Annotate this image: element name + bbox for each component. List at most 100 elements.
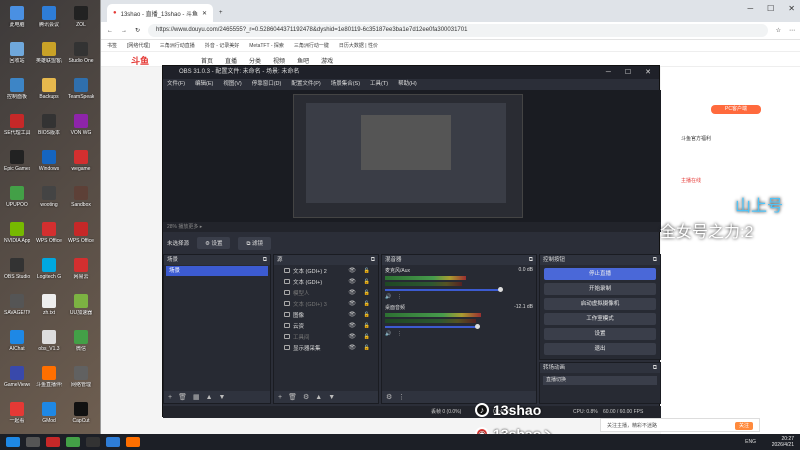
lock-icon[interactable]: 🔓 bbox=[364, 290, 370, 296]
desktop-icon[interactable]: 英雄联盟客户端 bbox=[36, 42, 62, 64]
obs-menu-item[interactable]: 配置文件(P) bbox=[291, 79, 320, 90]
move-up-icon[interactable]: ▲ bbox=[206, 394, 213, 401]
visibility-icon[interactable]: 👁 bbox=[348, 311, 356, 318]
scene-item[interactable]: 场景 bbox=[166, 266, 268, 276]
lock-icon[interactable]: 🔓 bbox=[364, 312, 370, 318]
mixer-menu-icon[interactable]: ⋮ bbox=[398, 393, 405, 401]
undock-icon[interactable]: ⧉ bbox=[263, 255, 267, 265]
desktop-icon[interactable]: CapCut bbox=[68, 402, 94, 424]
obs-maximize-icon[interactable]: ☐ bbox=[625, 66, 631, 79]
source-item[interactable]: 文本 (GDI+) 👁 🔓 bbox=[274, 276, 378, 287]
filters-button[interactable]: ⧉ 滤镜 bbox=[238, 236, 271, 250]
visibility-icon[interactable]: 👁 bbox=[348, 322, 356, 329]
transition-select[interactable]: 直播切换 bbox=[543, 376, 657, 385]
tab-close-icon[interactable]: ✕ bbox=[202, 10, 207, 17]
forward-icon[interactable]: → bbox=[121, 28, 127, 34]
source-item[interactable]: 显示器采集 👁 🔓 bbox=[274, 342, 378, 353]
lock-icon[interactable]: 🔓 bbox=[364, 334, 370, 340]
volume-knob[interactable] bbox=[498, 287, 504, 292]
new-tab-button[interactable]: + bbox=[213, 4, 229, 22]
volume-slider[interactable] bbox=[385, 287, 533, 292]
desktop-icon[interactable]: Backups bbox=[36, 78, 62, 100]
visibility-icon[interactable]: 👁 bbox=[348, 344, 356, 351]
lock-icon[interactable]: 🔓 bbox=[364, 279, 370, 285]
start-icon[interactable] bbox=[6, 437, 20, 447]
desktop-icon[interactable]: NVIDIA App bbox=[4, 222, 30, 244]
search-icon[interactable] bbox=[26, 437, 40, 447]
language-indicator[interactable]: ENG bbox=[745, 439, 756, 445]
bookmark-item[interactable]: 三角洲行动一键 bbox=[294, 42, 329, 49]
channel-settings-icon[interactable]: ⋮ bbox=[397, 294, 402, 300]
obs-preview[interactable] bbox=[163, 90, 661, 222]
maximize-icon[interactable]: ☐ bbox=[767, 4, 774, 13]
add-scene-icon[interactable]: + bbox=[168, 394, 172, 401]
desktop-icon[interactable]: UU加速器 bbox=[68, 294, 94, 316]
desktop-icon[interactable]: 网易云 bbox=[68, 258, 94, 280]
obs-menu-item[interactable]: 场景集合(S) bbox=[331, 79, 360, 90]
follow-button[interactable]: 关注 bbox=[734, 422, 753, 430]
clock[interactable]: 20:27 2026/4/21 bbox=[772, 436, 794, 448]
desktop-icon[interactable]: BIOS版本 bbox=[36, 114, 62, 136]
move-down-icon[interactable]: ▼ bbox=[219, 394, 226, 401]
source-item[interactable]: 图像 👁 🔓 bbox=[274, 309, 378, 320]
move-up-icon[interactable]: ▲ bbox=[315, 394, 322, 401]
lock-icon[interactable]: 🔓 bbox=[364, 268, 370, 274]
desktop-icon[interactable]: GMod bbox=[36, 402, 62, 424]
desktop-icon[interactable]: VON WG bbox=[68, 114, 94, 136]
app-icon[interactable] bbox=[46, 437, 60, 447]
visibility-icon[interactable]: 👁 bbox=[348, 300, 356, 307]
lock-icon[interactable]: 🔓 bbox=[364, 345, 370, 351]
obs-menu-item[interactable]: 停靠窗口(D) bbox=[252, 79, 282, 90]
app-icon[interactable] bbox=[126, 437, 140, 447]
control-button[interactable]: 工作室模式 bbox=[544, 313, 656, 325]
obs-menu-item[interactable]: 编辑(E) bbox=[195, 79, 213, 90]
desktop-icon[interactable]: TeamSpeak bbox=[68, 78, 94, 100]
bookmark-item[interactable]: 书签 bbox=[107, 42, 117, 49]
desktop-icon[interactable]: Windows bbox=[36, 150, 62, 172]
obs-minimize-icon[interactable]: ─ bbox=[606, 66, 611, 79]
visibility-icon[interactable]: 👁 bbox=[348, 267, 356, 274]
visibility-icon[interactable]: 👁 bbox=[348, 289, 356, 296]
desktop-icon[interactable]: 斗鱼直播伴侣 bbox=[36, 366, 62, 388]
source-settings-icon[interactable]: ⚙ bbox=[303, 393, 309, 401]
speaker-icon[interactable]: 🔊 bbox=[385, 331, 391, 337]
desktop-icon[interactable]: Studio One bbox=[68, 42, 94, 64]
volume-slider[interactable] bbox=[385, 324, 533, 329]
control-button[interactable]: 退出 bbox=[544, 343, 656, 355]
undock-icon[interactable]: ⧉ bbox=[653, 363, 657, 373]
undock-icon[interactable]: ⧉ bbox=[529, 255, 533, 265]
site-nav-item[interactable]: 首页 bbox=[201, 56, 213, 65]
undock-icon[interactable]: ⧉ bbox=[371, 255, 375, 265]
add-source-icon[interactable]: + bbox=[278, 394, 282, 401]
control-button[interactable]: 停止直播 bbox=[544, 268, 656, 280]
desktop-icon[interactable]: zh.txt bbox=[36, 294, 62, 316]
desktop-icon[interactable]: OBS Studio bbox=[4, 258, 30, 280]
desktop-icon[interactable]: 网络管理 bbox=[68, 366, 94, 388]
desktop-icon[interactable]: WPS Office bbox=[36, 222, 62, 244]
desktop-icon[interactable]: ZOL bbox=[68, 6, 94, 28]
obs-menu-item[interactable]: 视图(V) bbox=[223, 79, 241, 90]
desktop-icon[interactable]: Logitech G bbox=[36, 258, 62, 280]
obs-menu-item[interactable]: 文件(F) bbox=[167, 79, 185, 90]
source-item[interactable]: 工具间 👁 🔓 bbox=[274, 331, 378, 342]
desktop-icon[interactable]: obs_V1.3 bbox=[36, 330, 62, 352]
channel-settings-icon[interactable]: ⋮ bbox=[397, 331, 402, 337]
site-nav-item[interactable]: 鱼吧 bbox=[297, 56, 309, 65]
desktop-icon[interactable]: 腾讯会议 bbox=[36, 6, 62, 28]
desktop-icon[interactable]: SAVAGE!TM bbox=[4, 294, 30, 316]
bookmark-item[interactable]: 抖音 - 记录美好 bbox=[205, 42, 239, 49]
site-nav-item[interactable]: 分类 bbox=[249, 56, 261, 65]
site-nav-item[interactable]: 游戏 bbox=[321, 56, 333, 65]
desktop-icon[interactable]: Sandbox bbox=[68, 186, 94, 208]
source-item[interactable]: 模型人 👁 🔓 bbox=[274, 287, 378, 298]
scene-filter-icon[interactable]: ▦ bbox=[193, 393, 200, 401]
remove-source-icon[interactable]: 🗑 bbox=[288, 393, 297, 401]
source-item[interactable]: 云资 👁 🔓 bbox=[274, 320, 378, 331]
desktop-icon[interactable]: UPUPOO bbox=[4, 186, 30, 208]
bookmark-item[interactable]: [网络代理] bbox=[127, 42, 150, 49]
mixer-settings-icon[interactable]: ⚙ bbox=[386, 393, 392, 401]
obs-close-icon[interactable]: ✕ bbox=[645, 66, 651, 79]
speaker-icon[interactable]: 🔊 bbox=[385, 294, 391, 300]
bookmark-item[interactable]: MetaTFT - 探索 bbox=[249, 42, 284, 49]
visibility-icon[interactable]: 👁 bbox=[348, 278, 356, 285]
